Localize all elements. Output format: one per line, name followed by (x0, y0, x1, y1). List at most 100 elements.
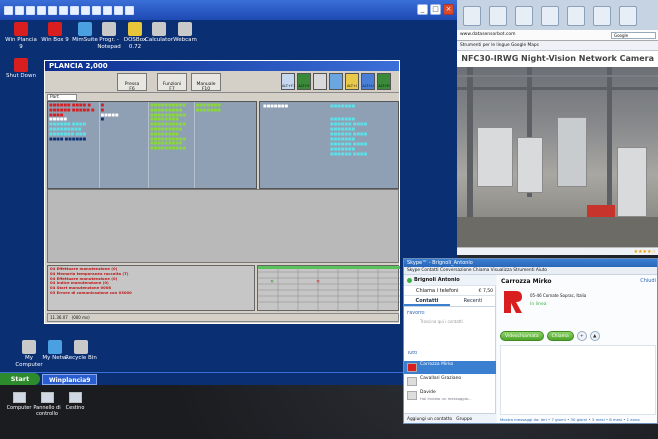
monitor-icon[interactable] (329, 73, 343, 90)
tab-part[interactable]: Part (47, 94, 77, 101)
recycle-bin-icon (74, 340, 88, 354)
winplancia-icon (14, 22, 28, 36)
exit-icon[interactable]: ALT+R (377, 73, 391, 90)
toolbar-icon[interactable] (103, 5, 112, 15)
info-icon[interactable]: ALT+U (361, 73, 375, 90)
host-icon-trash[interactable]: Cestino (60, 392, 90, 411)
host-icon-computer[interactable]: Computer (4, 392, 34, 411)
maximize-button[interactable]: □ (430, 4, 441, 15)
favorites-hint: Trascina qui i contatti (420, 319, 463, 324)
contact-item[interactable]: Cavallari Graziano (404, 375, 496, 388)
status-time: 11.36.07 (50, 315, 68, 320)
my-computer-icon (22, 340, 36, 354)
desktop-icon-shutdown[interactable]: Shut Down (4, 58, 38, 80)
alarm-message: 03 Errore di comunicazione con 03000 (50, 289, 132, 295)
toolbar-icon[interactable] (4, 5, 13, 15)
legacy-desktop: _ □ × Win Plancia 9 Win Box 9 MimSuite P… (0, 0, 458, 385)
contact-item[interactable]: Carrozza Mirko (404, 361, 496, 374)
close-button[interactable]: × (443, 4, 454, 15)
plancia-window: PLANCIA 2,000 Pressa F6 Funzioni F7 Manu… (44, 60, 400, 324)
skype-menubar[interactable]: Skype Contatti Conversazione Chiama Visu… (404, 267, 657, 275)
toolbar-icon[interactable] (81, 5, 90, 15)
grid-column: ■■■■■■■ ■■■■■■■ (195, 102, 221, 112)
status-grid: ■■■■■■ ■■■■ ■ ■■■■■■ ■■■■■ ■ ■■■■ ■■■■■ … (47, 101, 257, 189)
toolbar-icon[interactable] (48, 5, 57, 15)
call-phones-button[interactable]: Chiama i telefoni € 7,50 (404, 285, 496, 296)
tab-recenti[interactable]: Recenti (450, 296, 496, 306)
pressa-button[interactable]: Pressa F6 (117, 73, 147, 92)
call-actions: Videochiamata Chiama + ▲ (500, 331, 600, 341)
skype-window: Skype™ - Brignoli_Antonio Skype Contatti… (403, 258, 658, 424)
browser-tab[interactable] (515, 6, 533, 26)
toolbar-icon[interactable] (26, 5, 35, 15)
search-input[interactable]: Google (611, 32, 656, 39)
toolbar-icon[interactable] (70, 5, 79, 15)
toolbar-icon[interactable] (37, 5, 46, 15)
legacy-taskbar: Start Winplancia9 (0, 372, 458, 385)
notepad-icon (102, 22, 116, 36)
globe-icon[interactable]: ALT+E (297, 73, 311, 90)
tab-contatti[interactable]: Contatti (404, 296, 450, 306)
close-conversation-button[interactable]: Chiudi (640, 278, 656, 284)
add-icon[interactable]: + (576, 331, 587, 341)
plancia-toolbar: Pressa F6 Funzioni F7 Manuale F10 ALT+F1… (45, 71, 399, 93)
svg-text:✕: ✕ (316, 279, 320, 285)
start-button[interactable]: Start (0, 373, 40, 385)
browser-tab[interactable] (463, 6, 481, 26)
contact-presence: In linea (530, 302, 547, 307)
browser-tab[interactable] (567, 6, 585, 26)
contact-logo-icon (504, 291, 522, 313)
chat-history[interactable] (500, 345, 656, 415)
favorites-label: Favoriti (407, 311, 425, 316)
message-history-filter[interactable]: Mostra messaggi da: Ieri • 7 giorni • 30… (500, 417, 640, 422)
minimize-button[interactable]: _ (417, 4, 428, 15)
shutdown-icon (14, 58, 28, 72)
group-button[interactable]: Gruppo (456, 417, 472, 422)
skype-titlebar[interactable]: Skype™ - Brignoli_Antonio (404, 259, 657, 267)
grid-column: ■■■■■■ ■■■■ ■ ■■■■■■ ■■■■■ ■ ■■■■ ■■■■■ … (48, 102, 100, 188)
winbox-icon (48, 22, 62, 36)
remote-titlebar[interactable]: _ □ × (0, 0, 458, 20)
browser-tab[interactable] (619, 6, 637, 26)
share-icon[interactable]: ▲ (589, 331, 600, 341)
svg-text:✕: ✕ (270, 279, 274, 285)
grid-column: ■ ■ ■■■■■ ■ (100, 102, 150, 188)
avatar (407, 391, 417, 400)
browser-tab[interactable] (593, 6, 611, 26)
contact-item[interactable]: Davide Hai inviato un messaggio... (404, 389, 496, 402)
control-panel-icon (40, 392, 54, 403)
call-button[interactable]: Chiama (546, 331, 574, 341)
desktop-icon-winbox[interactable]: Win Box 9 (38, 22, 72, 44)
funzioni-button[interactable]: Funzioni F7 (157, 73, 187, 92)
bookmarks-bar[interactable]: Strumenti per le lingue Google Maps (457, 41, 658, 51)
network-icon (48, 340, 62, 354)
toolbar-icon[interactable] (114, 5, 123, 15)
dosbox-icon (128, 22, 142, 36)
manuale-button[interactable]: Manuale F10 (191, 73, 221, 92)
folder-icon[interactable] (313, 73, 327, 90)
desktop-icon-webcam[interactable]: Webcam (168, 22, 202, 44)
plancia-title: PLANCIA 2,000 (45, 61, 399, 71)
desktop-icon-recycle-bin[interactable]: Recycle Bin (64, 340, 98, 362)
skype-user-status[interactable]: Brignoli Antonio (404, 275, 496, 285)
calculator-icon (152, 22, 166, 36)
all-contacts-dropdown[interactable]: Tutti (404, 351, 496, 359)
taskbar-item-winplancia[interactable]: Winplancia9 (42, 373, 98, 385)
add-contact-button[interactable]: Aggiungi un contatto Gruppo (404, 413, 496, 423)
skype-tabs: Contatti Recenti (404, 296, 496, 307)
toolbar-icon[interactable] (92, 5, 101, 15)
plancia-statusbar: 11.36.07 (000 ms) (47, 313, 399, 322)
toolbar-icon[interactable] (125, 5, 134, 15)
rating-stars: ★★★★☆ (633, 249, 656, 255)
toolbar-icon[interactable] (15, 5, 24, 15)
tool-alt-f1-button[interactable]: ALT+F1 (281, 73, 295, 90)
camera-feed (457, 67, 658, 247)
browser-tab[interactable] (489, 6, 507, 26)
video-call-button[interactable]: Videochiamata (500, 331, 544, 341)
host-icon-control-panel[interactable]: Pannello di controllo (32, 392, 62, 417)
chart-icon[interactable]: ALT+I (345, 73, 359, 90)
desktop-icon-winplancia[interactable]: Win Plancia 9 (4, 22, 38, 50)
browser-tab[interactable] (541, 6, 559, 26)
webcam-icon (178, 22, 192, 36)
toolbar-icon[interactable] (59, 5, 68, 15)
